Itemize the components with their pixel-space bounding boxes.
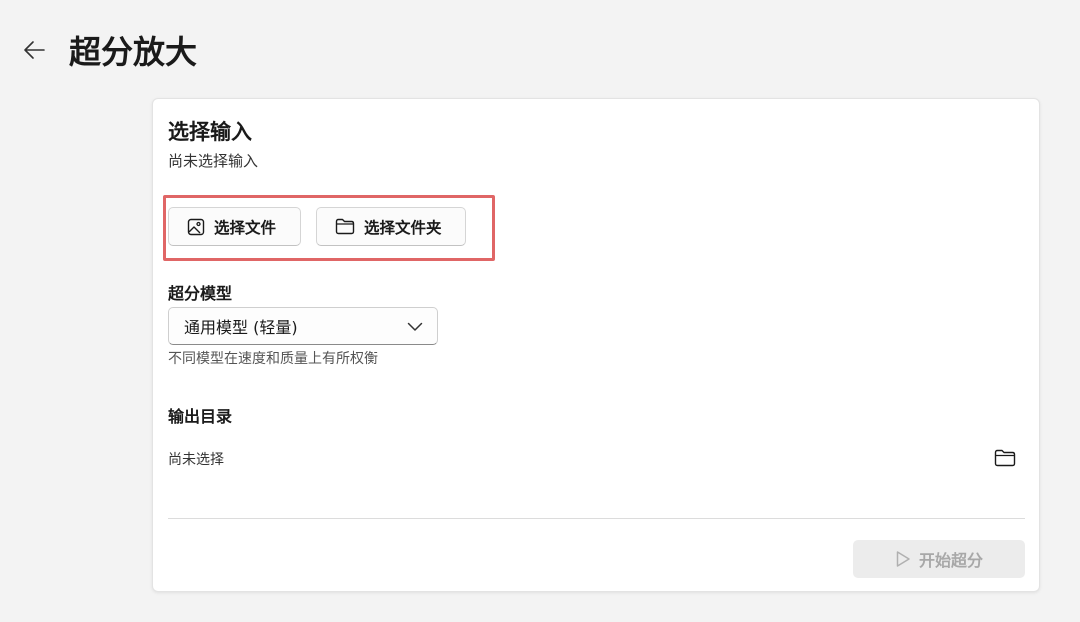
output-dir-label: 输出目录 [168, 407, 233, 426]
model-label: 超分模型 [168, 284, 233, 303]
model-hint-text: 不同模型在速度和质量上有所权衡 [168, 351, 378, 367]
input-section-title: 选择输入 [168, 120, 252, 144]
select-file-label: 选择文件 [214, 218, 277, 237]
model-dropdown-value: 通用模型 (轻量) [184, 318, 298, 337]
select-folder-button[interactable]: 选择文件夹 [316, 207, 466, 246]
folder-icon [994, 449, 1016, 471]
output-dir-value: 尚未选择 [168, 452, 224, 468]
input-status-text: 尚未选择输入 [168, 152, 259, 170]
image-icon [187, 218, 205, 236]
play-icon [895, 550, 911, 568]
browse-output-button[interactable] [991, 447, 1019, 473]
page-title: 超分放大 [69, 33, 198, 71]
chevron-down-icon [407, 317, 423, 336]
back-button[interactable] [18, 36, 50, 68]
settings-card: 选择输入 尚未选择输入 选择文件 选择文件夹 超分模型 通用模型 (轻量) 不同… [152, 98, 1040, 592]
select-folder-label: 选择文件夹 [364, 218, 442, 237]
divider [168, 518, 1025, 519]
model-dropdown[interactable]: 通用模型 (轻量) [168, 307, 438, 345]
upscale-page: 超分放大 选择输入 尚未选择输入 选择文件 选择文件夹 超分模型 通用模型 (轻… [0, 0, 1080, 622]
arrow-left-icon [22, 40, 46, 64]
start-upscale-label: 开始超分 [918, 551, 983, 570]
start-upscale-button[interactable]: 开始超分 [853, 540, 1025, 578]
select-file-button[interactable]: 选择文件 [168, 207, 301, 246]
folder-icon [335, 218, 355, 235]
